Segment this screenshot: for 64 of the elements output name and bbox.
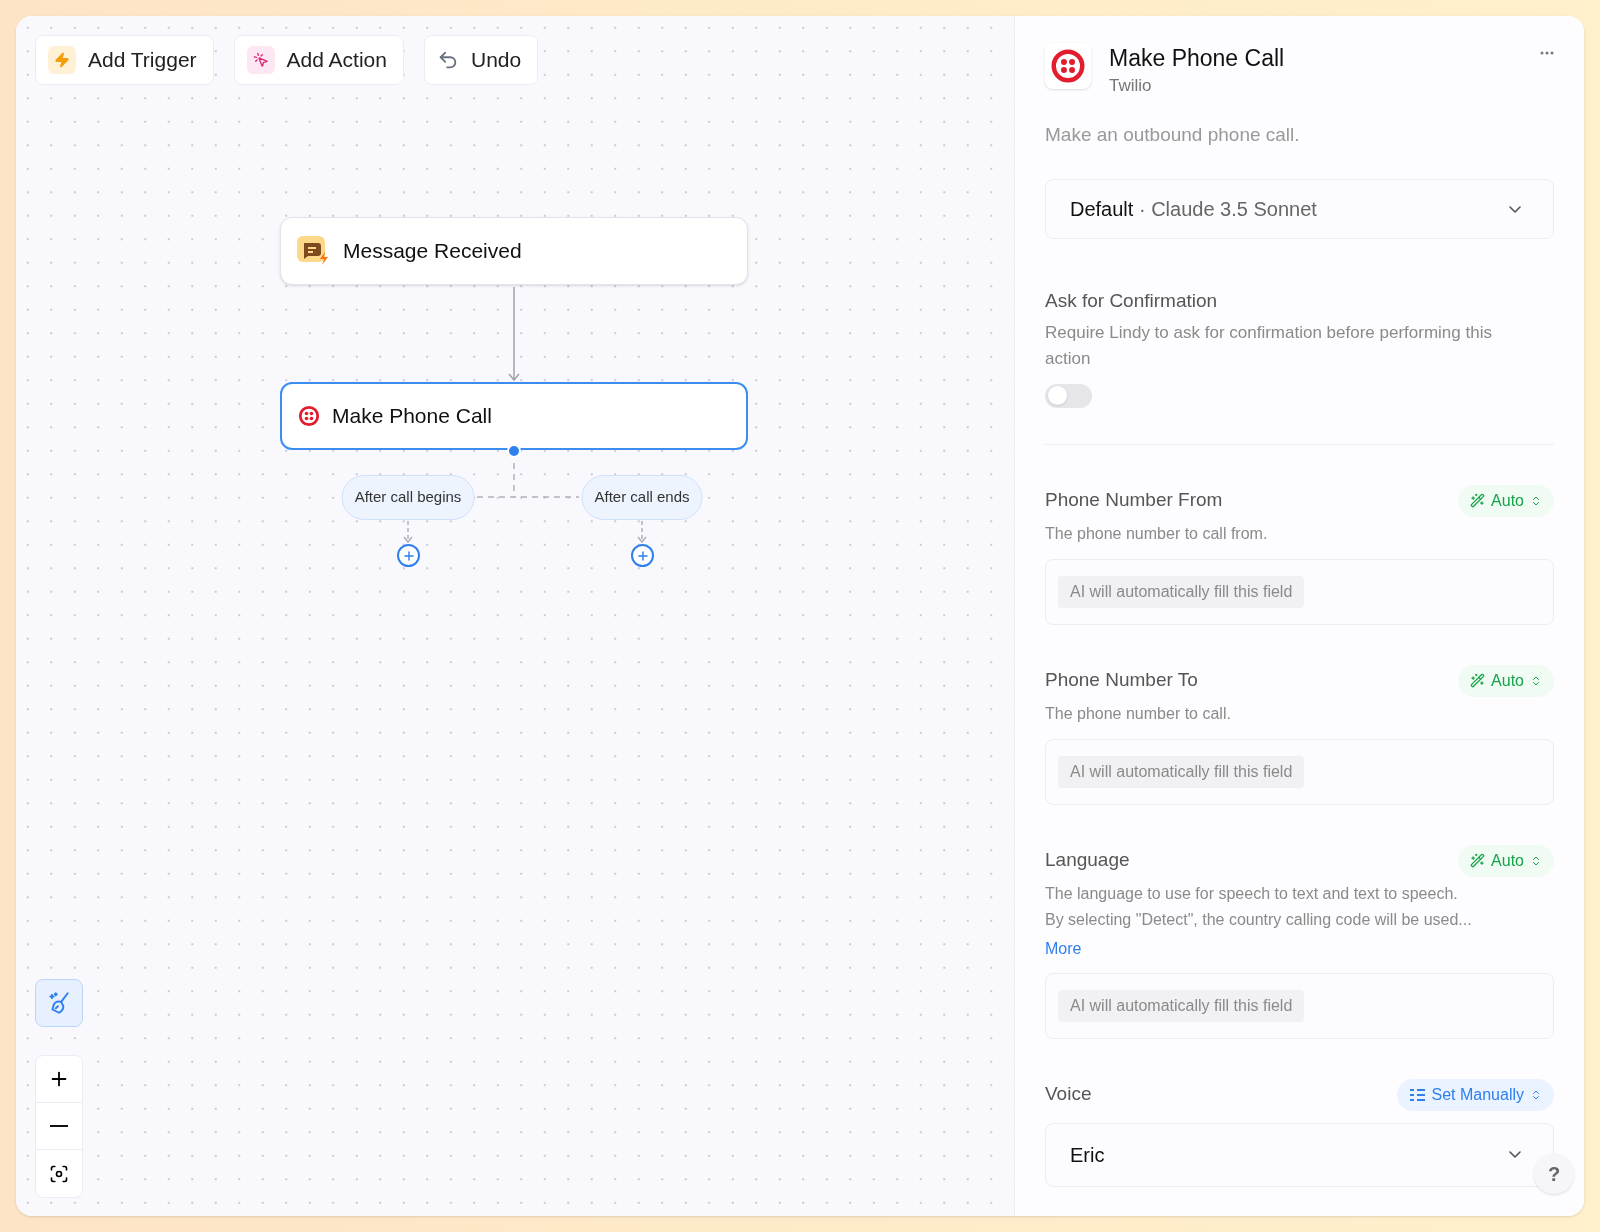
branch-label: After call begins (341, 475, 475, 520)
panel-subtitle: Twilio (1109, 75, 1153, 97)
lightning-icon (48, 46, 76, 74)
workflow-node[interactable]: Message Received (280, 217, 748, 285)
mode-selector[interactable]: Auto (1458, 664, 1554, 697)
focus-icon (49, 1163, 69, 1184)
ai-fill-chip: AI will automatically fill this field (1058, 575, 1305, 608)
panel-title: Make Phone Call (1109, 44, 1285, 73)
branch-label: After call ends (581, 475, 703, 520)
chevron-down-icon (1509, 1151, 1521, 1158)
model-dropdown[interactable]: Default · Claude 3.5 Sonnet (1045, 179, 1554, 239)
model-name: Default · Claude 3.5 Sonnet (1070, 197, 1317, 222)
mode-selector[interactable]: Set Manually (1396, 1078, 1554, 1111)
panel-description: Make an outbound phone call. (1045, 122, 1301, 147)
chevron-down-icon (1509, 205, 1521, 213)
add-step-button[interactable] (397, 544, 420, 567)
list-icon (1408, 1087, 1426, 1102)
chevron-updown-icon (1530, 1088, 1542, 1101)
ai-fill-chip: AI will automatically fill this field (1058, 989, 1305, 1022)
chevron-updown-icon (1530, 674, 1542, 687)
node-title: Make Phone Call (332, 403, 492, 430)
more-options-button[interactable] (1540, 51, 1554, 55)
field-label: Phone Number From (1045, 488, 1223, 513)
field-label: Phone Number To (1045, 668, 1198, 693)
magic-wand-icon (1470, 493, 1486, 508)
ai-fill-chip: AI will automatically fill this field (1058, 755, 1305, 788)
broom-sparkle-icon (46, 990, 72, 1016)
more-icon (1540, 51, 1554, 55)
cursor-click-icon (246, 46, 275, 74)
minus-icon (50, 1125, 68, 1127)
input-field[interactable]: AI will automatically fill this field (1045, 972, 1554, 1039)
mode-selector[interactable]: Auto (1458, 844, 1554, 877)
connector-arrow (403, 520, 413, 544)
field-description: The language to use for speech to text and text to speech. (1045, 883, 1459, 904)
workflow-node[interactable]: Make Phone Call (280, 382, 748, 450)
field-description: The phone number to call from. (1045, 523, 1269, 544)
plus-icon (635, 548, 650, 563)
magic-wand-icon (1470, 673, 1486, 688)
toolbar-button[interactable]: Undo (423, 35, 539, 85)
setting-title: Ask for Confirmation (1045, 289, 1219, 313)
cleanup-button[interactable] (35, 979, 83, 1027)
toolbar-button[interactable]: Add Trigger (35, 35, 214, 85)
connection-handle[interactable] (507, 444, 521, 458)
more-link[interactable]: More (1045, 936, 1082, 961)
help-button[interactable]: ? (1534, 1154, 1574, 1194)
twilio-logo-icon (298, 405, 320, 427)
input-field[interactable]: AI will automatically fill this field (1045, 738, 1554, 805)
setting-description: Require Lindy to ask for confirmation before performing this action (1045, 321, 1493, 370)
plus-icon (401, 548, 416, 563)
magic-wand-icon (1470, 853, 1486, 868)
connector-arrow (637, 520, 647, 544)
field-description: The phone number to call. (1045, 703, 1232, 724)
toolbar-button[interactable]: Add Action (233, 35, 404, 85)
field-label: Language (1045, 848, 1130, 873)
mode-selector[interactable]: Auto (1458, 484, 1554, 517)
chevron-updown-icon (1530, 854, 1542, 867)
field-label: Voice (1045, 1082, 1092, 1107)
add-step-button[interactable] (631, 544, 654, 567)
input-field[interactable]: AI will automatically fill this field (1045, 558, 1554, 625)
chevron-updown-icon (1530, 494, 1542, 507)
node-title: Message Received (343, 238, 522, 265)
chat-bolt-icon (297, 236, 331, 266)
field-description: By selecting "Detect", the country calling code will be used... (1045, 909, 1473, 930)
confirmation-toggle[interactable] (1045, 383, 1092, 408)
